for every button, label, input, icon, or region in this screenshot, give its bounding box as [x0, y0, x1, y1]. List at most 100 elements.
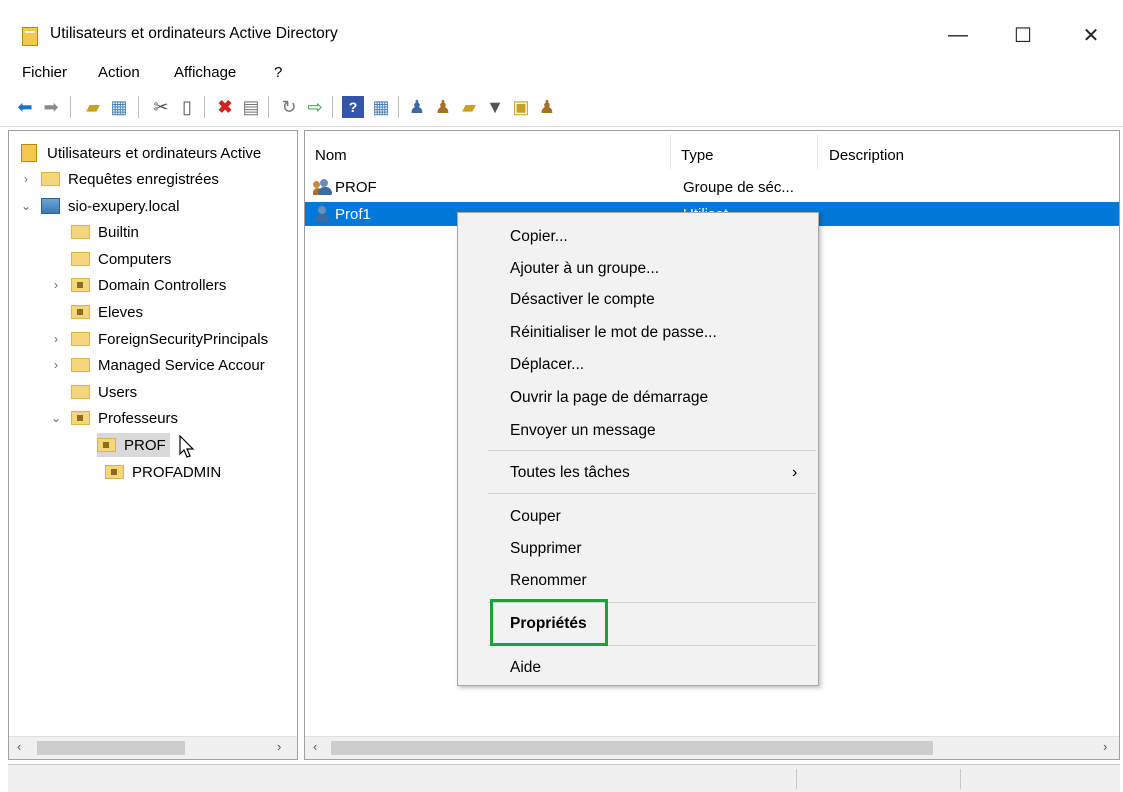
menu-item-copier[interactable]: Copier...	[510, 225, 568, 249]
menu-item-couper[interactable]: Couper	[510, 505, 561, 529]
export-list-icon[interactable]: ⇨	[304, 96, 326, 118]
menu-item-toutes-taches[interactable]: Toutes les tâches	[510, 461, 630, 485]
status-bar	[8, 764, 1120, 792]
ou-folder-icon	[71, 411, 90, 425]
domain-icon	[41, 198, 60, 214]
properties-icon[interactable]: ▤	[240, 96, 262, 118]
tree-item-saved-queries[interactable]: › Requêtes enregistrées	[19, 167, 219, 191]
minimize-button[interactable]: —	[935, 18, 981, 52]
toolbar-separator	[398, 96, 399, 118]
menu-separator	[488, 493, 816, 494]
ou-folder-icon	[71, 305, 90, 319]
tree-item-users[interactable]: Users	[71, 380, 137, 404]
new-group-icon[interactable]: ♟	[432, 96, 454, 118]
ou-folder-icon	[71, 278, 90, 292]
console-tree-pane[interactable]: Utilisateurs et ordinateurs Active › Req…	[8, 130, 298, 760]
tree-item-eleves[interactable]: Eleves	[71, 300, 143, 324]
ou-folder-icon	[97, 438, 116, 452]
tree-item-profadmin[interactable]: PROFADMIN	[105, 460, 221, 484]
paste-icon[interactable]: ▯	[176, 96, 198, 118]
chevron-down-icon[interactable]: ⌄	[19, 199, 33, 213]
menu-affichage[interactable]: Affichage	[174, 64, 236, 81]
submenu-arrow-icon: ›	[792, 464, 798, 481]
column-divider[interactable]	[670, 135, 671, 169]
cut-icon[interactable]: ✂	[150, 96, 172, 118]
column-header-description[interactable]: Description	[829, 147, 904, 164]
menu-item-renommer[interactable]: Renommer	[510, 569, 587, 593]
chevron-right-icon[interactable]: ›	[49, 332, 63, 346]
folder-icon	[41, 172, 60, 186]
status-divider	[960, 769, 961, 789]
close-button[interactable]: ✕	[1068, 18, 1114, 52]
toolbar-separator	[332, 96, 333, 118]
forward-arrow-icon[interactable]: ➡	[40, 96, 62, 118]
folder-icon	[71, 385, 90, 399]
column-header-name[interactable]: Nom	[315, 147, 347, 164]
menu-bar	[0, 62, 1123, 88]
help-icon[interactable]: ?	[342, 96, 364, 118]
tree-item-computers[interactable]: Computers	[71, 247, 171, 271]
menu-item-ajouter-groupe[interactable]: Ajouter à un groupe...	[510, 257, 659, 281]
menu-action[interactable]: Action	[98, 64, 140, 81]
tree-item-professeurs[interactable]: ⌄ Professeurs	[49, 406, 178, 430]
tree-item-domain[interactable]: ⌄ sio-exupery.local	[19, 194, 179, 218]
find-icon[interactable]: ▣	[510, 96, 532, 118]
tree-item-builtin[interactable]: Builtin	[71, 220, 139, 244]
tree-item-domain-controllers[interactable]: › Domain Controllers	[49, 273, 226, 297]
menu-item-envoyer-message[interactable]: Envoyer un message	[510, 419, 656, 443]
add-to-group-icon[interactable]: ♟	[536, 96, 558, 118]
new-ou-icon[interactable]: ▰	[458, 96, 480, 118]
group-icon	[313, 178, 332, 196]
scroll-left-icon[interactable]: ‹	[313, 739, 317, 754]
tree-root[interactable]: Utilisateurs et ordinateurs Active	[21, 141, 261, 165]
status-divider	[796, 769, 797, 789]
list-horizontal-scrollbar[interactable]: ‹ ›	[305, 736, 1119, 759]
toolbar-separator	[70, 96, 71, 118]
tree-horizontal-scrollbar[interactable]: ‹ ›	[9, 736, 297, 759]
back-arrow-icon[interactable]: ⬅	[14, 96, 36, 118]
scroll-right-icon[interactable]: ›	[1103, 739, 1107, 754]
show-console-tree-icon[interactable]: ▦	[108, 96, 130, 118]
folder-icon	[71, 332, 90, 346]
active-directory-icon	[22, 27, 38, 46]
menu-help[interactable]: ?	[274, 64, 282, 81]
scrollbar-thumb[interactable]	[331, 741, 933, 755]
menu-item-desactiver-compte[interactable]: Désactiver le compte	[510, 288, 655, 312]
list-row-prof[interactable]: PROF Groupe de séc...	[313, 175, 1113, 199]
column-header-type[interactable]: Type	[681, 147, 714, 164]
delete-icon[interactable]: ✖	[214, 96, 236, 118]
menu-item-supprimer[interactable]: Supprimer	[510, 537, 582, 561]
chevron-right-icon[interactable]: ›	[49, 358, 63, 372]
filter-icon[interactable]: ▼	[484, 96, 506, 118]
chevron-down-icon[interactable]: ⌄	[49, 411, 63, 425]
tree-item-prof[interactable]: PROF	[97, 433, 170, 457]
menu-item-reinitialiser-mdp[interactable]: Réinitialiser le mot de passe...	[510, 321, 717, 345]
menu-separator	[488, 450, 816, 451]
active-directory-icon	[21, 144, 37, 162]
menu-fichier[interactable]: Fichier	[22, 64, 67, 81]
scroll-left-icon[interactable]: ‹	[17, 739, 21, 754]
menu-item-ouvrir-page-demarrage[interactable]: Ouvrir la page de démarrage	[510, 386, 708, 410]
toolbar-separator	[268, 96, 269, 118]
folder-icon	[71, 225, 90, 239]
scroll-right-icon[interactable]: ›	[277, 739, 281, 754]
toolbar-separator	[204, 96, 205, 118]
menu-item-deplacer[interactable]: Déplacer...	[510, 353, 584, 377]
new-user-icon[interactable]: ♟	[406, 96, 428, 118]
scrollbar-thumb[interactable]	[37, 741, 185, 755]
ou-folder-icon	[105, 465, 124, 479]
tree-item-foreign-security-principals[interactable]: › ForeignSecurityPrincipals	[49, 327, 268, 351]
maximize-button[interactable]: ☐	[1000, 18, 1046, 52]
menu-item-aide[interactable]: Aide	[510, 656, 541, 680]
column-divider[interactable]	[817, 135, 818, 169]
tree-item-managed-service-accounts[interactable]: › Managed Service Accour	[49, 353, 265, 377]
refresh-icon[interactable]: ↻	[278, 96, 300, 118]
chevron-right-icon[interactable]: ›	[49, 278, 63, 292]
chevron-right-icon[interactable]: ›	[19, 172, 33, 186]
show-action-pane-icon[interactable]: ▦	[370, 96, 392, 118]
highlight-box	[490, 599, 608, 646]
up-folder-icon[interactable]: ▰	[82, 96, 104, 118]
user-icon	[313, 205, 331, 223]
folder-icon	[71, 358, 90, 372]
folder-icon	[71, 252, 90, 266]
